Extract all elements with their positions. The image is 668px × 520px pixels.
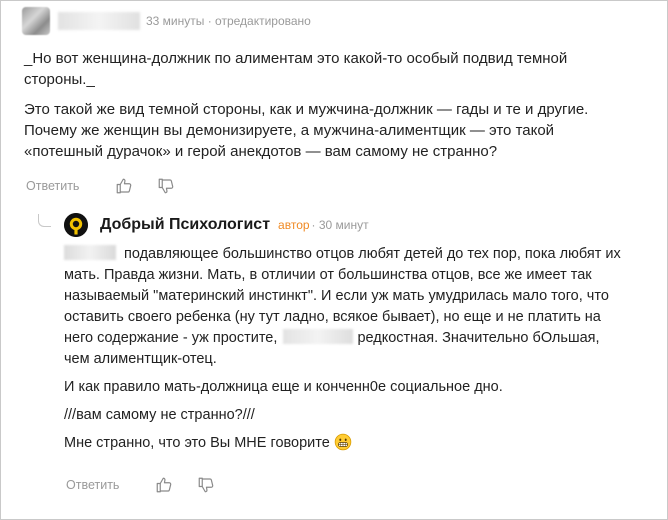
thumbs-down-icon[interactable]: [157, 177, 175, 195]
reply-button[interactable]: Ответить: [66, 478, 119, 492]
avatar[interactable]: [22, 7, 50, 35]
author-badge: автор: [278, 218, 310, 232]
reply-actions: Ответить: [66, 476, 239, 494]
comment-text: Это такой же вид темной стороны, как и м…: [24, 101, 589, 160]
reply-p4-text: Мне странно, что это Вы МНЕ говорите: [64, 435, 330, 451]
comment-quote: _Но вот женщина-должник по алиментам это…: [24, 50, 568, 88]
comment-meta: 33 минуты · отредактировано: [146, 14, 311, 28]
comment-body: _Но вот женщина-должник по алиментам это…: [24, 48, 624, 171]
reply-paragraph-4: Мне странно, что это Вы МНЕ говорите: [64, 433, 624, 454]
redacted-word: [283, 329, 354, 344]
thumbs-up-icon[interactable]: [155, 476, 173, 494]
reply-paragraph-1: подавляющее большинство отцов любят дете…: [64, 244, 624, 370]
channel-logo-icon[interactable]: [64, 213, 88, 237]
reply-body: подавляющее большинство отцов любят дете…: [64, 244, 624, 461]
reply-author-name[interactable]: Добрый Психологист: [100, 216, 270, 234]
reply-button[interactable]: Ответить: [26, 179, 79, 193]
reply-header: Добрый Психологист автор · 30 минут: [64, 211, 369, 239]
reply-paragraph-2: И как правило мать-должница еще и кончен…: [64, 379, 503, 395]
reply-thread-line: [38, 214, 51, 227]
comment-header: 33 минуты · отредактировано: [22, 6, 311, 36]
reply-paragraph-3: ///вам самому не странно?///: [64, 407, 255, 423]
thumbs-down-icon[interactable]: [197, 476, 215, 494]
redacted-name: [64, 245, 116, 260]
comment-actions: Ответить: [26, 177, 199, 195]
author-name-redacted[interactable]: [58, 12, 140, 30]
reply-meta: · 30 минут: [311, 218, 369, 232]
thumbs-up-icon[interactable]: [115, 177, 133, 195]
grinning-face-icon: [334, 433, 352, 451]
